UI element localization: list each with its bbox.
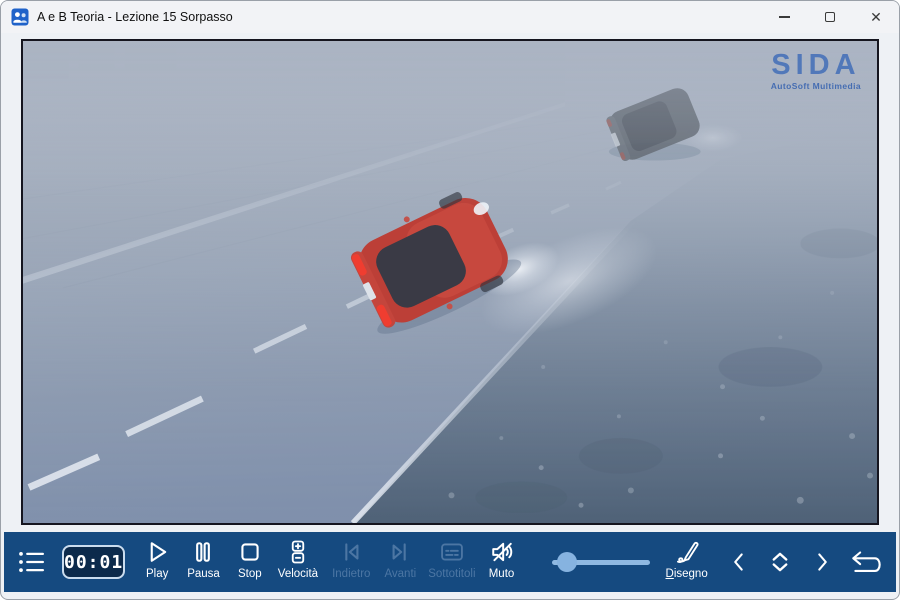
app-window: A e B Teoria - Lezione 15 Sorpasso ✕	[0, 0, 900, 600]
back-label: Indietro	[332, 568, 370, 580]
draw-label-rest: isegno	[674, 568, 708, 580]
pause-icon	[189, 538, 217, 566]
playlist-button[interactable]	[14, 535, 48, 589]
speed-button[interactable]: Velocità	[278, 535, 318, 589]
skip-previous-icon	[337, 538, 365, 566]
volume-slider[interactable]	[552, 549, 650, 575]
minimize-icon	[779, 16, 790, 17]
back-button[interactable]: Indietro	[332, 535, 370, 589]
stop-label: Stop	[238, 568, 262, 580]
nav-scroll-button[interactable]	[765, 538, 795, 586]
chevron-up-down-icon	[765, 547, 795, 577]
play-icon	[143, 538, 171, 566]
nav-previous-button[interactable]	[726, 538, 753, 586]
maximize-button[interactable]	[807, 1, 853, 33]
close-button[interactable]: ✕	[853, 1, 899, 33]
video-scene	[23, 41, 877, 523]
forward-button[interactable]: Avanti	[384, 535, 416, 589]
subtitles-button[interactable]: Sottotitoli	[428, 535, 475, 589]
slider-handle[interactable]	[557, 552, 577, 572]
mute-label: Muto	[489, 568, 515, 580]
skip-next-icon	[386, 538, 414, 566]
close-icon: ✕	[870, 10, 882, 24]
return-button[interactable]	[848, 538, 886, 586]
forward-label: Avanti	[384, 568, 416, 580]
play-label: Play	[146, 568, 168, 580]
window-title: A e B Teoria - Lezione 15 Sorpasso	[37, 10, 233, 24]
draw-button[interactable]: Disegno	[666, 535, 708, 589]
player-toolbar: 00:01 Play Pausa Stop Velocità	[4, 532, 896, 592]
nav-next-button[interactable]	[809, 538, 836, 586]
chevron-left-icon	[726, 548, 752, 576]
subtitles-label: Sottotitoli	[428, 568, 475, 580]
timer-display: 00:01	[62, 545, 125, 579]
draw-label: Disegno	[666, 568, 708, 580]
speed-label: Velocità	[278, 568, 318, 580]
speed-plus-minus-icon	[284, 538, 312, 566]
pen-signature-icon	[672, 538, 702, 566]
return-arrow-icon	[848, 548, 886, 576]
pause-label: Pausa	[187, 568, 220, 580]
title-bar: A e B Teoria - Lezione 15 Sorpasso ✕	[1, 1, 899, 33]
mute-button[interactable]: Muto	[488, 535, 516, 589]
window-controls: ✕	[761, 1, 899, 33]
stop-button[interactable]: Stop	[236, 535, 264, 589]
pause-button[interactable]: Pausa	[187, 535, 220, 589]
draw-label-initial: D	[666, 568, 674, 580]
video-viewport[interactable]: SIDA AutoSoft Multimedia	[21, 39, 879, 525]
bulleted-list-icon	[14, 547, 48, 577]
subtitles-icon	[438, 538, 466, 566]
stop-icon	[236, 538, 264, 566]
play-button[interactable]: Play	[143, 535, 171, 589]
timer-value: 00:01	[64, 552, 123, 573]
minimize-button[interactable]	[761, 1, 807, 33]
chevron-right-icon	[809, 548, 835, 576]
maximize-icon	[825, 12, 835, 22]
speaker-muted-icon	[488, 538, 516, 566]
distance-haze	[23, 41, 877, 209]
app-people-icon	[11, 8, 29, 26]
